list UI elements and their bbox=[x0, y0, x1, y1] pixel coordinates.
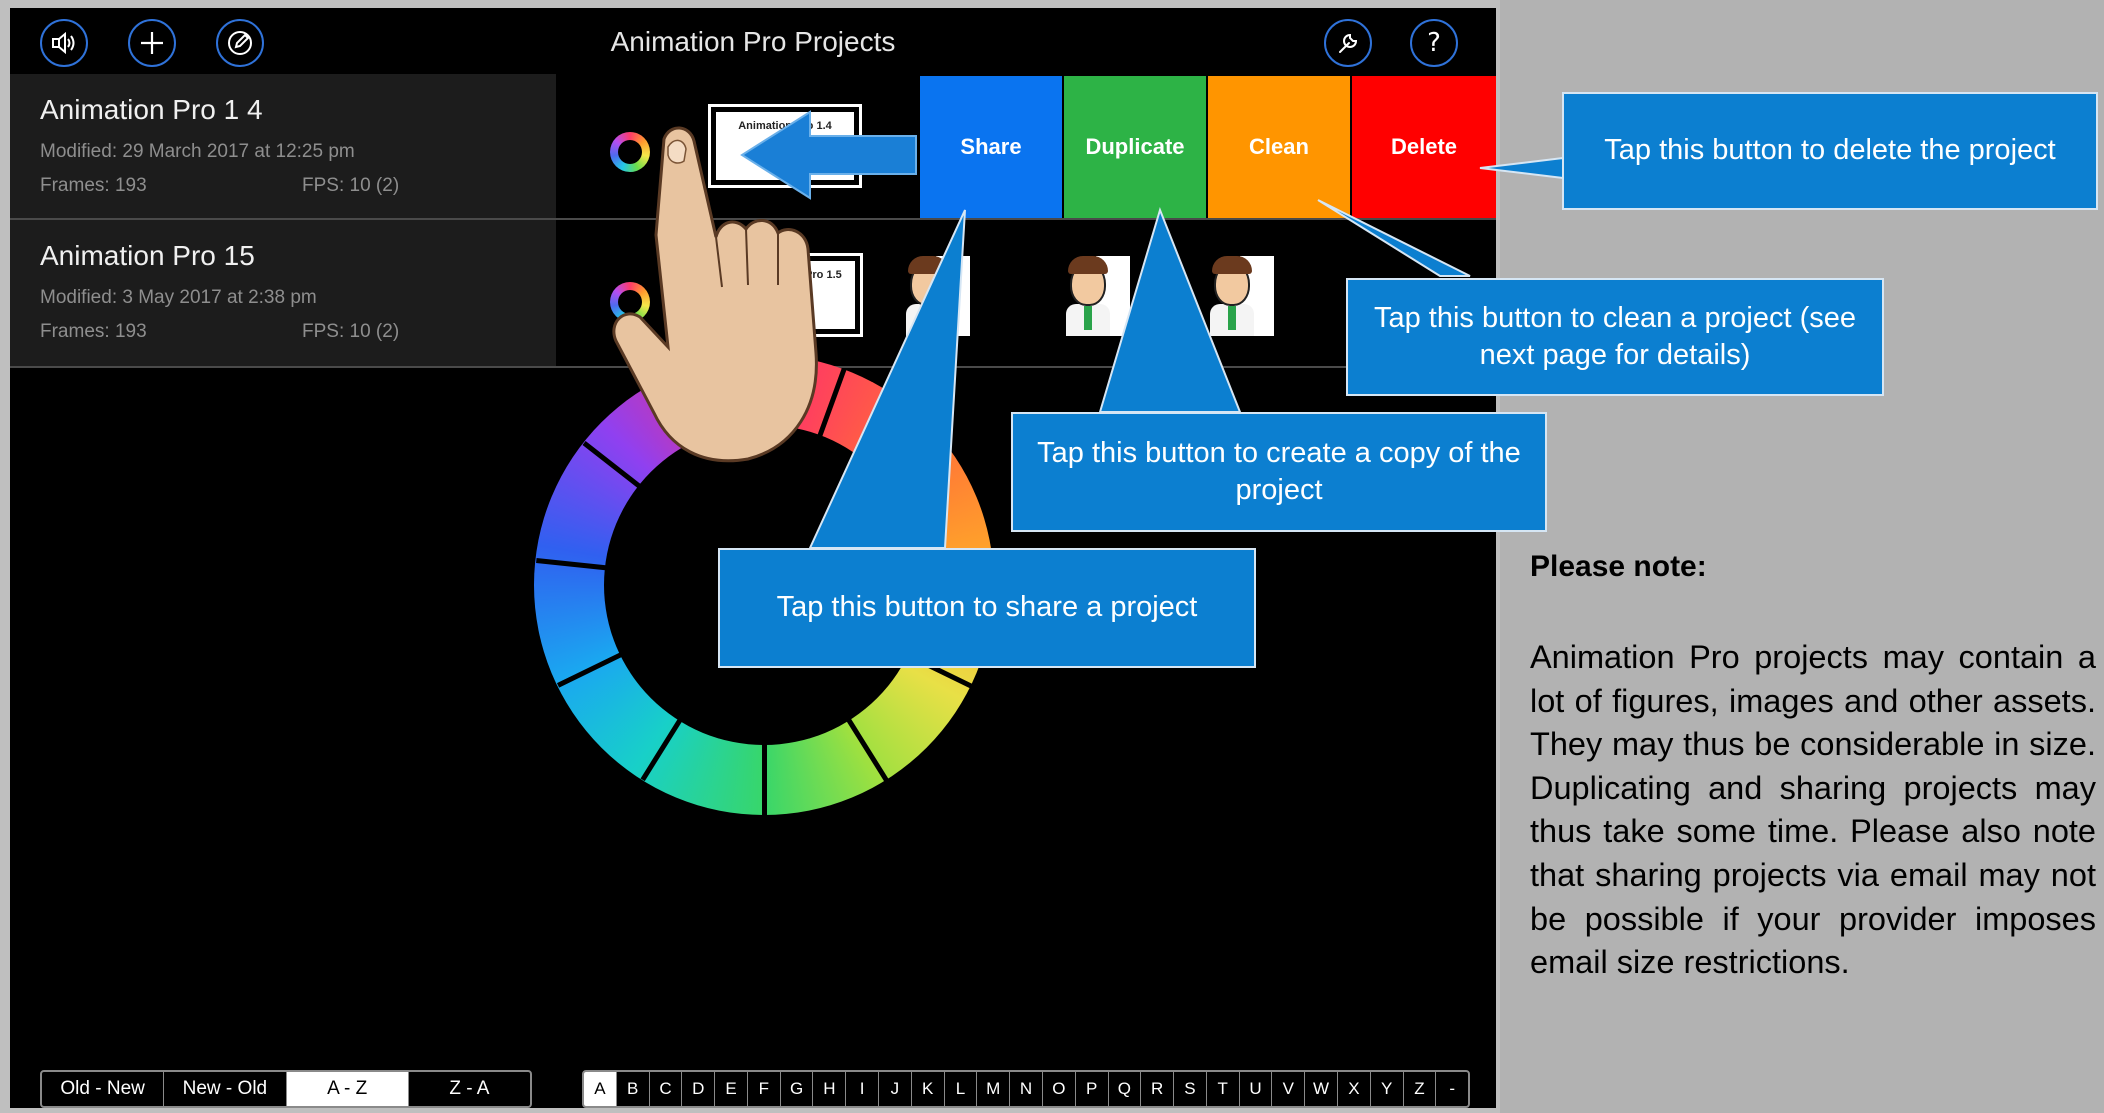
note-heading: Please note: bbox=[1530, 550, 1707, 583]
delete-callout: Tap this button to delete the project bbox=[1562, 92, 2098, 210]
note-body: Animation Pro projects may contain a lot… bbox=[1530, 639, 2096, 981]
share-callout: Tap this button to share a project bbox=[718, 548, 1256, 668]
duplicate-callout: Tap this button to create a copy of the … bbox=[1011, 412, 1547, 532]
clean-callout: Tap this button to clean a project (see … bbox=[1346, 278, 1884, 396]
